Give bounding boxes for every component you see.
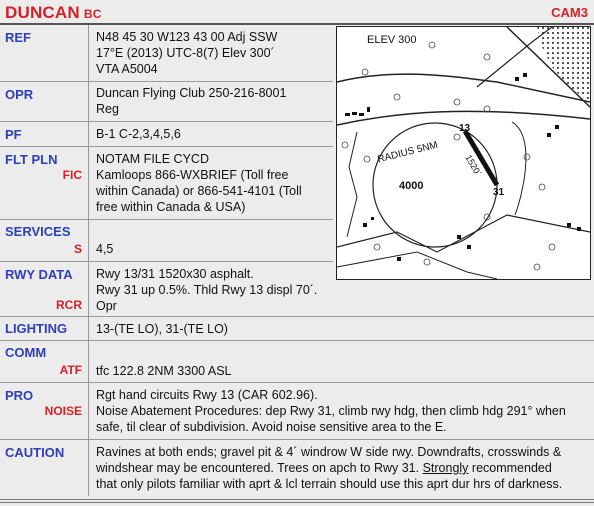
text-line: VTA A5004 (96, 62, 158, 76)
row-value: Ravines at both ends; gravel pit & 4´ wi… (96, 444, 562, 492)
row-sublabel: FIC (62, 168, 82, 182)
row-sublabel: S (73, 242, 82, 256)
text-line: Noise Abatement Procedures: dep Rwy 31, … (96, 404, 566, 418)
text-line: Kamloops 866-WXBRIEF (Toll free (96, 168, 289, 182)
row-sublabel: NOISE (44, 404, 82, 418)
province: BC (83, 7, 102, 21)
row-label: OPR (5, 87, 34, 102)
row-value: NOTAM FILE CYCD Kamloops 866-WXBRIEF (To… (96, 151, 302, 215)
row-label: COMM (5, 345, 47, 360)
footer-divider (0, 502, 594, 503)
text-line: Duncan Flying Club 250-216-8001 (96, 86, 287, 100)
row-label: RWY DATA (5, 267, 73, 282)
emphasis-text: Strongly (422, 461, 469, 475)
text-line: Rwy 13/31 1520x30 asphalt. (96, 267, 254, 281)
road (511, 121, 527, 216)
text-line: Rwy 31 up 0.5%. Thld Rwy 13 displ 70´. (96, 283, 318, 297)
text-line: Rgt hand circuits Rwy 13 (CAR 602.96). (96, 388, 318, 402)
row-label: FLT PLN (5, 152, 58, 167)
footer-divider (0, 499, 594, 500)
row-pro: PRO NOISE Rgt hand circuits Rwy 13 (CAR … (0, 383, 594, 440)
row-lighting: LIGHTING 13-(TE LO), 31-(TE LO) (0, 317, 594, 341)
text-line: Opr (96, 299, 117, 313)
row-value: N48 45 30 W123 43 00 Adj SSW 17°E (2013)… (96, 29, 277, 77)
row-label: CAUTION (5, 445, 65, 460)
row-pf: PF B-1 C-2,3,4,5,6 (0, 122, 333, 147)
text-line: that only pilots familiar with aprt & lc… (96, 477, 563, 491)
text-line: Reg (96, 102, 119, 116)
runway-end-label: 13 (459, 123, 471, 134)
text-line: 4,5 (96, 242, 114, 256)
row-label: REF (5, 30, 31, 45)
row-opr: OPR Duncan Flying Club 250-216-8001 Reg (0, 82, 333, 122)
row-value: tfc 122.8 2NM 3300 ASL (96, 363, 232, 379)
header: DUNCAN BC CAM3 (0, 0, 594, 24)
text-line: within Canada) or 866-541-4101 (Toll (96, 184, 302, 198)
text-line: NOTAM FILE CYCD (96, 152, 209, 166)
row-caution: CAUTION Ravines at both ends; gravel pit… (0, 440, 594, 496)
row-services: SERVICES S 4,5 (0, 220, 333, 262)
row-sublabel: ATF (59, 363, 82, 377)
row-value: 13-(TE LO), 31-(TE LO) (96, 321, 228, 337)
text-line: B-1 C-2,3,4,5,6 (96, 127, 181, 141)
road (336, 251, 498, 280)
row-value: Rgt hand circuits Rwy 13 (CAR 602.96). N… (96, 387, 566, 435)
row-sublabel: RCR (56, 298, 82, 312)
row-label: LIGHTING (5, 321, 68, 336)
text-line: safe, til clear of subdivision. Avoid no… (96, 420, 447, 434)
row-ref: REF N48 45 30 W123 43 00 Adj SSW 17°E (2… (0, 25, 333, 82)
road (476, 26, 553, 88)
road (336, 214, 591, 253)
elevation-label: ELEV 300 (367, 34, 417, 46)
row-label: PF (5, 127, 22, 142)
text-line: Ravines at both ends; gravel pit & 4´ wi… (96, 445, 562, 459)
buildings (345, 73, 581, 261)
radius-label: RADIUS 5NM (376, 140, 439, 166)
map-graphic: ELEV 300 RADIUS 5NM 4000 13 31 1520´ (336, 26, 591, 280)
text-line: 17°E (2013) UTC-8(7) Elev 300´ (96, 46, 275, 60)
text-line: N48 45 30 W123 43 00 Adj SSW (96, 30, 278, 44)
circle-altitude-label: 4000 (399, 180, 423, 192)
text-line: windshear may be encountered. Trees on a… (96, 461, 552, 475)
row-value: 4,5 (96, 241, 113, 257)
row-label: PRO (5, 388, 34, 403)
aerodrome-name: DUNCAN BC (5, 3, 102, 22)
road (336, 73, 591, 103)
text-line: tfc 122.8 2NM 3300 ASL (96, 364, 232, 378)
text-line: free within Canada & USA) (96, 200, 246, 214)
row-value: Rwy 13/31 1520x30 asphalt. Rwy 31 up 0.5… (96, 266, 317, 314)
row-value: Duncan Flying Club 250-216-8001 Reg (96, 85, 286, 117)
row-value: B-1 C-2,3,4,5,6 (96, 126, 181, 142)
row-label: SERVICES (5, 224, 71, 239)
aerodrome-code: CAM3 (551, 5, 588, 20)
road (346, 131, 358, 238)
aerodrome-map: ELEV 300 RADIUS 5NM 4000 13 31 1520´ (336, 26, 591, 280)
row-flight-plan: FLT PLN FIC NOTAM FILE CYCD Kamloops 866… (0, 147, 333, 220)
runway-end-label: 31 (493, 187, 505, 198)
text-line: 13-(TE LO), 31-(TE LO) (96, 322, 228, 336)
row-comm: COMM ATF tfc 122.8 2NM 3300 ASL (0, 341, 594, 383)
